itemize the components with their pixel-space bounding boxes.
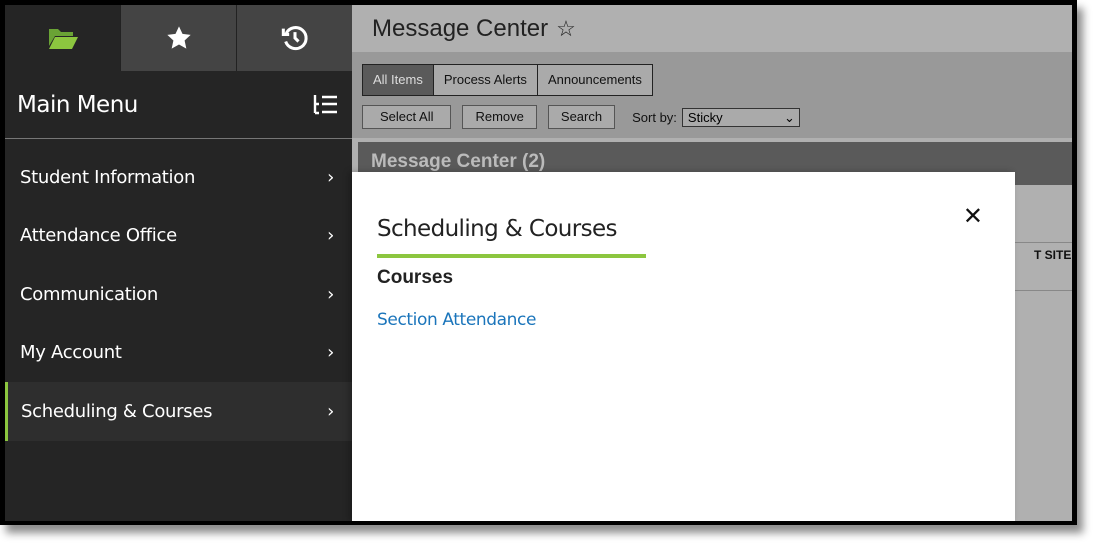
main-menu-header: Main Menu	[5, 71, 352, 139]
favorite-star-icon[interactable]: ☆	[556, 16, 576, 42]
menu-item-scheduling-courses[interactable]: Scheduling & Courses ›	[5, 382, 352, 441]
chevron-right-icon: ›	[327, 166, 334, 188]
menu-item-label: Scheduling & Courses	[21, 400, 213, 422]
tab-announcements[interactable]: Announcements	[536, 65, 652, 95]
menu-item-label: My Account	[20, 342, 122, 364]
menu-item-label: Student Information	[20, 166, 196, 188]
chevron-right-icon: ›	[327, 342, 334, 364]
tab-menu[interactable]	[5, 5, 120, 71]
remove-button[interactable]: Remove	[462, 105, 537, 129]
tab-all-items[interactable]: All Items	[363, 65, 433, 95]
sort-value: Sticky	[687, 109, 723, 125]
history-icon	[281, 26, 308, 51]
menu-item-communication[interactable]: Communication ›	[5, 265, 352, 324]
window-frame: Main Menu Student Information › Attendanc…	[0, 0, 1077, 525]
menu-item-student-information[interactable]: Student Information ›	[5, 148, 352, 207]
main-menu-title: Main Menu	[17, 91, 138, 118]
sort-label: Sort by:	[632, 109, 677, 125]
tree-list-icon[interactable]	[312, 94, 338, 116]
folder-open-icon	[48, 29, 78, 49]
search-button[interactable]: Search	[547, 105, 616, 129]
action-buttons: Select All Remove Search Sort by: Sticky…	[362, 105, 800, 129]
page-title: Message Center	[372, 14, 549, 42]
chevron-right-icon: ›	[327, 225, 334, 247]
chevron-right-icon: ›	[327, 400, 334, 422]
menu-item-label: Attendance Office	[20, 225, 177, 247]
flyout-title: Scheduling & Courses	[377, 216, 646, 258]
section-heading-courses: Courses	[377, 267, 454, 288]
close-icon[interactable]: ✕	[963, 202, 983, 230]
screen: Main Menu Student Information › Attendanc…	[5, 5, 1072, 521]
chevron-down-icon: ⌄	[784, 109, 795, 125]
toolbar: All Items Process Alerts Announcements S…	[352, 52, 1072, 138]
chevron-right-icon: ›	[327, 283, 334, 305]
menu-item-my-account[interactable]: My Account ›	[5, 324, 352, 383]
sidebar: Main Menu Student Information › Attendanc…	[5, 5, 352, 521]
sidebar-tabs	[5, 5, 352, 71]
submenu-flyout: ✕ Scheduling & Courses Courses Section A…	[352, 172, 1015, 521]
sort-select[interactable]: Sticky ⌄	[681, 107, 800, 127]
filter-tabs: All Items Process Alerts Announcements	[362, 64, 653, 96]
message-text[interactable]: T SITE - I	[1034, 248, 1072, 262]
star-icon	[166, 26, 191, 49]
menu-item-label: Communication	[20, 283, 158, 305]
menu-item-attendance-office[interactable]: Attendance Office ›	[5, 207, 352, 266]
tab-process-alerts[interactable]: Process Alerts	[432, 65, 537, 95]
menu-list: Student Information › Attendance Office › …	[5, 148, 352, 441]
select-all-button[interactable]: Select All	[362, 105, 452, 129]
link-section-attendance[interactable]: Section Attendance	[377, 310, 536, 330]
page-header: Message Center ☆	[352, 5, 1072, 52]
tab-favorites[interactable]	[120, 5, 236, 71]
tab-history[interactable]	[236, 5, 352, 71]
